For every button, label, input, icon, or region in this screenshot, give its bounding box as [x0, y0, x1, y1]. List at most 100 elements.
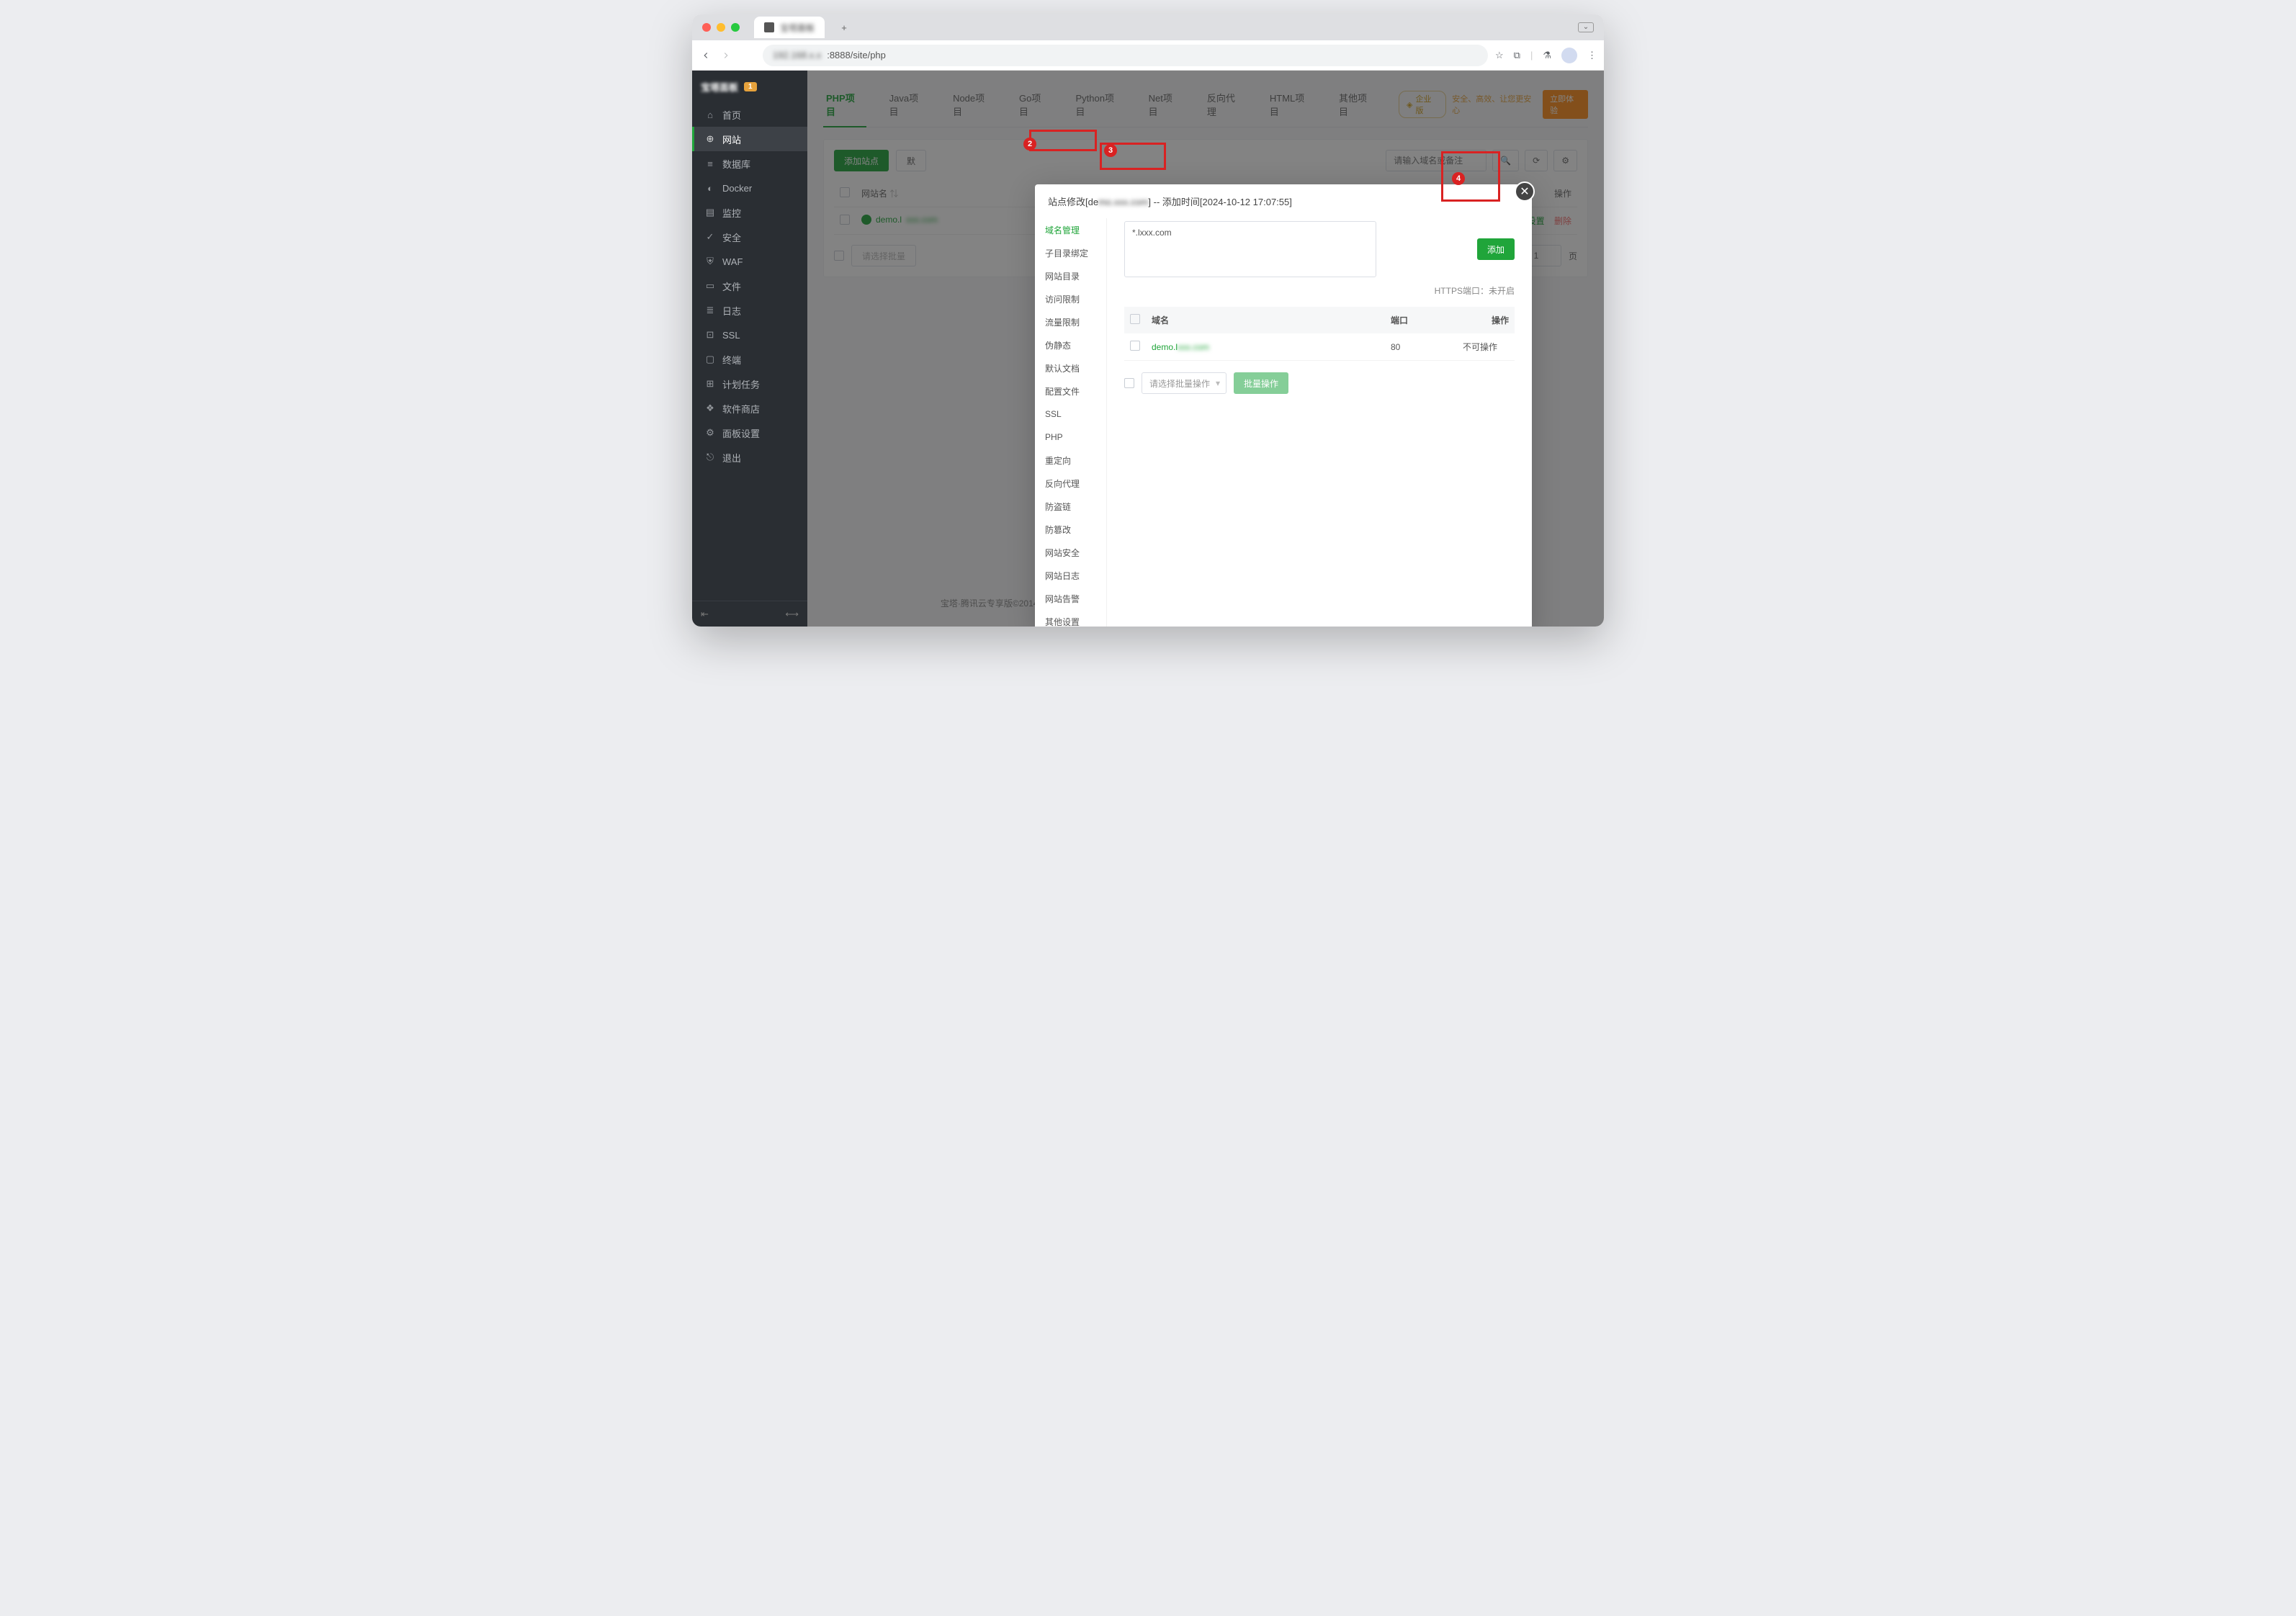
expand-sidebar-icon[interactable]: ⟷ [785, 609, 799, 620]
labs-icon[interactable]: ⚗ [1543, 50, 1551, 61]
domain-textarea[interactable] [1124, 221, 1376, 277]
nav-label: 数据库 [722, 157, 750, 171]
modal-side-tab-5[interactable]: 伪静态 [1035, 333, 1106, 356]
main: PHP项目Java项目Node项目Go项目Python项目Net项目反向代理HT… [807, 71, 1604, 627]
tab-title: 宝塔面板 [780, 22, 815, 34]
sidebar-item-8[interactable]: ≣日志 [692, 298, 807, 323]
collapse-bar: ⇤ ⟷ [692, 601, 807, 627]
back-button[interactable] [699, 49, 712, 62]
url-input[interactable]: 192.168.x.x :8888/site/php [763, 45, 1488, 66]
sidebar-item-0[interactable]: ⌂首页 [692, 102, 807, 127]
modal-side-tabs: 域名管理子目录绑定网站目录访问限制流量限制伪静态默认文档配置文件SSLPHP重定… [1035, 218, 1107, 627]
close-window-dot[interactable] [702, 23, 711, 32]
sidebar-item-4[interactable]: ▤监控 [692, 200, 807, 225]
modal-content: 添加 HTTPS端口：未开启 域名 端口 操作 [1107, 218, 1532, 627]
sidebar-item-6[interactable]: ⛨WAF [692, 249, 807, 274]
sidebar-item-12[interactable]: ❖软件商店 [692, 396, 807, 421]
nav-icon: ❖ [705, 403, 715, 414]
sidebar-item-1[interactable]: ⊕网站 [692, 127, 807, 151]
modal-side-tab-8[interactable]: SSL [1035, 403, 1106, 426]
domain-table: 域名 端口 操作 demo.lxxx.com 80 不可操作 [1124, 307, 1515, 361]
modal-side-tab-3[interactable]: 访问限制 [1035, 287, 1106, 310]
modal-side-tab-12[interactable]: 防盗链 [1035, 495, 1106, 518]
nav-icon: ✓ [705, 231, 715, 243]
modal-side-tab-10[interactable]: 重定向 [1035, 449, 1106, 472]
domain-cell[interactable]: demo.lxxx.com [1152, 342, 1209, 352]
modal-side-tab-6[interactable]: 默认文档 [1035, 356, 1106, 380]
nav-label: 文件 [722, 279, 741, 293]
star-icon[interactable]: ☆ [1495, 50, 1504, 61]
modal-side-tab-16[interactable]: 网站告警 [1035, 587, 1106, 610]
sidebar: 宝塔面板 1 ⌂首页⊕网站 ≡ 数据库 ◐Docker▤监控 ✓ 安全 ⛨WAF ▭ 文件 ≣日志… [692, 71, 807, 627]
nav-label: SSL [722, 330, 740, 341]
domain-batch-select[interactable]: 请选择批量操作 [1142, 372, 1227, 394]
sidebar-item-9[interactable]: ⊡ SSL [692, 323, 807, 347]
domain-row: demo.lxxx.com 80 不可操作 [1124, 333, 1515, 361]
nav-label: WAF [722, 256, 743, 267]
https-status-row: HTTPS端口：未开启 [1124, 284, 1515, 297]
nav-label: 终端 [722, 353, 741, 367]
nav-icon: ⊡ [705, 329, 715, 341]
chevron-down-icon[interactable]: ⌄ [1578, 22, 1594, 32]
https-label: HTTPS端口： [1435, 286, 1489, 296]
sidebar-item-3[interactable]: ◐Docker [692, 176, 807, 200]
browser-tab[interactable]: 宝塔面板 [754, 17, 825, 38]
favicon-icon [764, 22, 774, 32]
sidebar-item-14[interactable]: ⎋ 退出 [692, 445, 807, 470]
add-domain-button[interactable]: 添加 [1477, 238, 1515, 260]
modal-side-tab-7[interactable]: 配置文件 [1035, 380, 1106, 403]
nav-icon: ◐ [705, 183, 715, 194]
sidebar-item-5[interactable]: ✓ 安全 [692, 225, 807, 249]
sidebar-item-2[interactable]: ≡ 数据库 [692, 151, 807, 176]
modal-side-tab-2[interactable]: 网站目录 [1035, 264, 1106, 287]
nav-icon: ⊞ [705, 378, 715, 390]
modal-side-tab-11[interactable]: 反向代理 [1035, 472, 1106, 495]
modal-side-tab-1[interactable]: 子目录绑定 [1035, 241, 1106, 264]
modal-side-tab-15[interactable]: 网站日志 [1035, 564, 1106, 587]
sidebar-item-13[interactable]: ⚙面板设置 [692, 421, 807, 445]
https-status: 未开启 [1489, 286, 1515, 296]
profile-avatar[interactable] [1561, 48, 1577, 63]
menu-dots-icon[interactable]: ⋮ [1587, 50, 1597, 61]
notification-badge[interactable]: 1 [744, 82, 757, 91]
nav: ⌂首页⊕网站 ≡ 数据库 ◐Docker▤监控 ✓ 安全 ⛨WAF ▭ 文件 ≣日志 ⊡ SSL ▢ 终端… [692, 102, 807, 601]
modal-side-tab-0[interactable]: 域名管理 [1035, 218, 1106, 241]
annotation-num-4: 4 [1452, 172, 1465, 185]
window-titlebar: 宝塔面板 + ⌄ [692, 14, 1604, 40]
domain-batch-checkbox[interactable] [1124, 378, 1134, 388]
domain-batch-ops: 请选择批量操作 批量操作 [1124, 372, 1515, 394]
sidebar-item-7[interactable]: ▭ 文件 [692, 274, 807, 298]
maximize-window-dot[interactable] [731, 23, 740, 32]
site-info-icon[interactable] [740, 49, 755, 62]
domain-batch-button[interactable]: 批量操作 [1234, 372, 1288, 394]
annotation-num-2: 2 [1023, 138, 1036, 151]
sidebar-item-11[interactable]: ⊞计划任务 [692, 372, 807, 396]
nav-icon: ▢ [705, 354, 715, 365]
address-bar: 192.168.x.x :8888/site/php ☆ ⧉ | ⚗ ⋮ [692, 40, 1604, 71]
nav-icon: ⊕ [705, 133, 715, 145]
extensions-icon[interactable]: ⧉ [1514, 50, 1520, 61]
nav-label: 退出 [722, 451, 741, 464]
nav-icon: ⎋ [705, 452, 715, 463]
modal-side-tab-14[interactable]: 网站安全 [1035, 541, 1106, 564]
forward-button[interactable] [719, 49, 732, 62]
nav-label: 安全 [722, 230, 741, 244]
nav-icon: ≡ [705, 158, 715, 169]
collapse-sidebar-icon[interactable]: ⇤ [701, 609, 709, 620]
modal-side-tab-9[interactable]: PHP [1035, 426, 1106, 449]
logo-text: 宝塔面板 [701, 80, 738, 94]
new-tab-button[interactable]: + [836, 19, 852, 35]
col-ops: 操作 [1457, 307, 1515, 333]
sidebar-item-10[interactable]: ▢ 终端 [692, 347, 807, 372]
modal-close-button[interactable]: ✕ [1515, 181, 1535, 202]
modal-side-tab-17[interactable]: 其他设置 [1035, 610, 1106, 627]
minimize-window-dot[interactable] [717, 23, 725, 32]
modal-side-tab-13[interactable]: 防篡改 [1035, 518, 1106, 541]
nav-label: 日志 [722, 304, 741, 318]
col-domain: 域名 [1146, 307, 1385, 333]
domain-select-all[interactable] [1130, 314, 1140, 324]
domain-row-checkbox[interactable] [1130, 341, 1140, 351]
modal-side-tab-4[interactable]: 流量限制 [1035, 310, 1106, 333]
nav-icon: ▭ [705, 280, 715, 292]
modal-title: 站点修改[demo.xxx.com] -- 添加时间[2024-10-12 17… [1035, 184, 1532, 218]
